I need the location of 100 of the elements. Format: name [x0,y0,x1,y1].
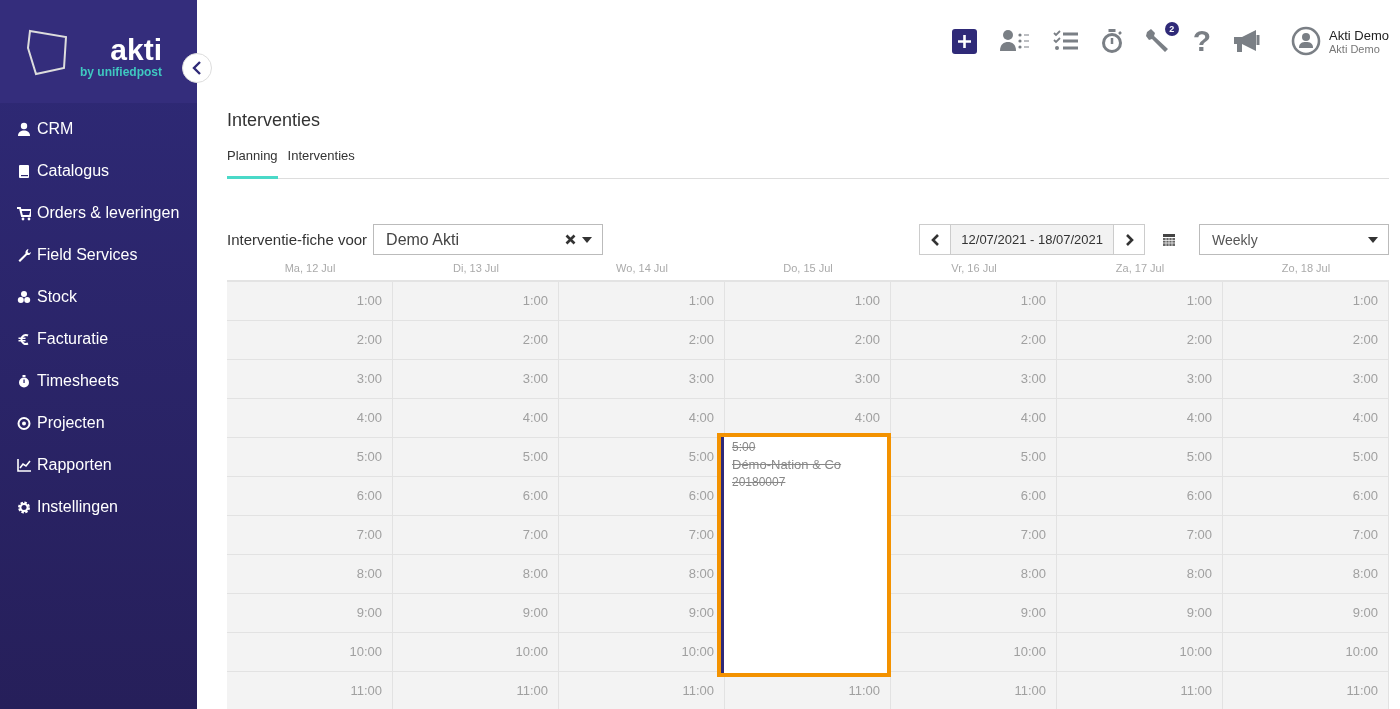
hour-label: 10:00 [349,644,382,659]
user-company: Akti Demo [1329,42,1381,55]
hour-label: 3:00 [688,371,714,386]
sidebar-item[interactable]: Catalogus [0,150,197,192]
event-time: 5:00 [732,440,756,454]
hour-label: 11:00 [1180,683,1212,698]
hour-label: 2:00 [854,332,880,347]
cart-icon [17,205,31,221]
hour-label: 10:00 [1013,644,1046,659]
hour-label: 10:00 [515,644,548,659]
hour-label: 1:00 [688,293,714,308]
logo-tagline: by unifiedpost [80,64,162,79]
hour-label: 11:00 [516,683,548,698]
hour-label: 1:00 [1186,293,1212,308]
hour-label: 4:00 [1186,410,1212,425]
hour-label: 1:00 [1352,293,1378,308]
hour-label: 5:00 [1020,449,1046,464]
technician-select[interactable]: Demo Akti [373,224,604,255]
day-header: Vr, 16 Jul [950,261,998,274]
hour-label: 5:00 [1352,449,1378,464]
checklist-icon[interactable] [1052,30,1079,52]
sidebar-item[interactable]: Field Services [0,234,197,276]
hour-label: 3:00 [1352,371,1378,386]
hour-label: 8:00 [1352,566,1378,581]
hour-label: 2:00 [1186,332,1212,347]
calendar-icon[interactable] [1163,233,1175,246]
hour-label: 1:00 [854,293,880,308]
hour-label: 5:00 [688,449,714,464]
sidebar-item[interactable]: Stock [0,276,197,318]
hour-label: 6:00 [522,488,548,503]
hour-label: 6:00 [1186,488,1212,503]
boxes-icon [17,289,31,305]
sidebar-item[interactable]: Facturatie [0,318,197,360]
hour-label: 10:00 [1345,644,1378,659]
wrench-icon[interactable] [1144,28,1171,54]
day-header: Wo, 14 Jul [615,261,669,274]
hour-label: 2:00 [688,332,714,347]
hour-label: 8:00 [1186,566,1212,581]
hour-label: 4:00 [1020,410,1046,425]
hour-label: 8:00 [688,566,714,581]
hour-label: 4:00 [688,410,714,425]
hour-label: 9:00 [1020,605,1046,620]
hour-label: 7:00 [1186,527,1212,542]
hour-label: 6:00 [1020,488,1046,503]
target-icon [17,415,31,431]
date-range-field[interactable]: 12/07/2021 - 18/07/2021 [950,225,1114,254]
tab[interactable]: Planning [227,144,278,179]
stopwatch-icon [17,373,31,389]
stopwatch-icon[interactable] [1100,28,1123,54]
tab[interactable]: Interventies [287,144,355,179]
day-header: Di, 13 Jul [452,261,500,274]
hour-label: 10:00 [681,644,714,659]
view-select[interactable]: Weekly [1199,224,1389,255]
hour-label: 9:00 [1352,605,1378,620]
page-title: Interventies [227,110,322,132]
hour-label: 4:00 [854,410,880,425]
hour-label: 8:00 [1020,566,1046,581]
person-icon [17,121,31,137]
hour-label: 6:00 [688,488,714,503]
help-button[interactable]: ? [1192,26,1212,56]
hour-label: 5:00 [356,449,382,464]
hour-label: 11:00 [1014,683,1046,698]
hour-label: 2:00 [1352,332,1378,347]
chevron-right-icon [1124,233,1134,246]
sidebar-item[interactable]: Instellingen [0,486,197,528]
user-name: Akti Demo [1329,27,1389,43]
hour-label: 4:00 [1352,410,1378,425]
add-button[interactable] [951,28,977,54]
notification-badge: 2 [1164,22,1179,36]
event-title: Démo-Nation & Co [732,457,842,472]
hour-label: 1:00 [356,293,382,308]
hour-label: 1:00 [1020,293,1046,308]
hour-label: 3:00 [854,371,880,386]
hour-label: 6:00 [1352,488,1378,503]
hour-label: 7:00 [522,527,548,542]
hour-label: 2:00 [522,332,548,347]
sidebar-item[interactable]: Timesheets [0,360,197,402]
hour-label: 8:00 [356,566,382,581]
sidebar-item[interactable]: Projecten [0,402,197,444]
clear-icon[interactable] [565,234,577,245]
day-header: Do, 15 Jul [782,261,834,274]
sidebar-item[interactable]: Rapporten [0,444,197,486]
sidebar-item[interactable]: Orders & leveringen [0,192,197,234]
hour-label: 2:00 [356,332,382,347]
dropdown-caret-icon [1368,236,1378,243]
hour-label: 11:00 [1346,683,1378,698]
hour-label: 11:00 [848,683,880,698]
hour-label: 8:00 [522,566,548,581]
day-header: Zo, 18 Jul [1280,261,1332,274]
hour-label: 11:00 [682,683,714,698]
hour-label: 9:00 [356,605,382,620]
user-avatar-icon[interactable] [1291,26,1322,56]
hour-label: 2:00 [1020,332,1046,347]
hour-label: 9:00 [1186,605,1212,620]
dropdown-caret-icon [582,236,593,243]
contacts-list-icon[interactable] [998,29,1031,53]
hour-label: 3:00 [1186,371,1212,386]
logo-text: akti [110,34,162,65]
sidebar-item[interactable]: CRM [0,108,197,150]
wrench-icon [17,247,31,263]
